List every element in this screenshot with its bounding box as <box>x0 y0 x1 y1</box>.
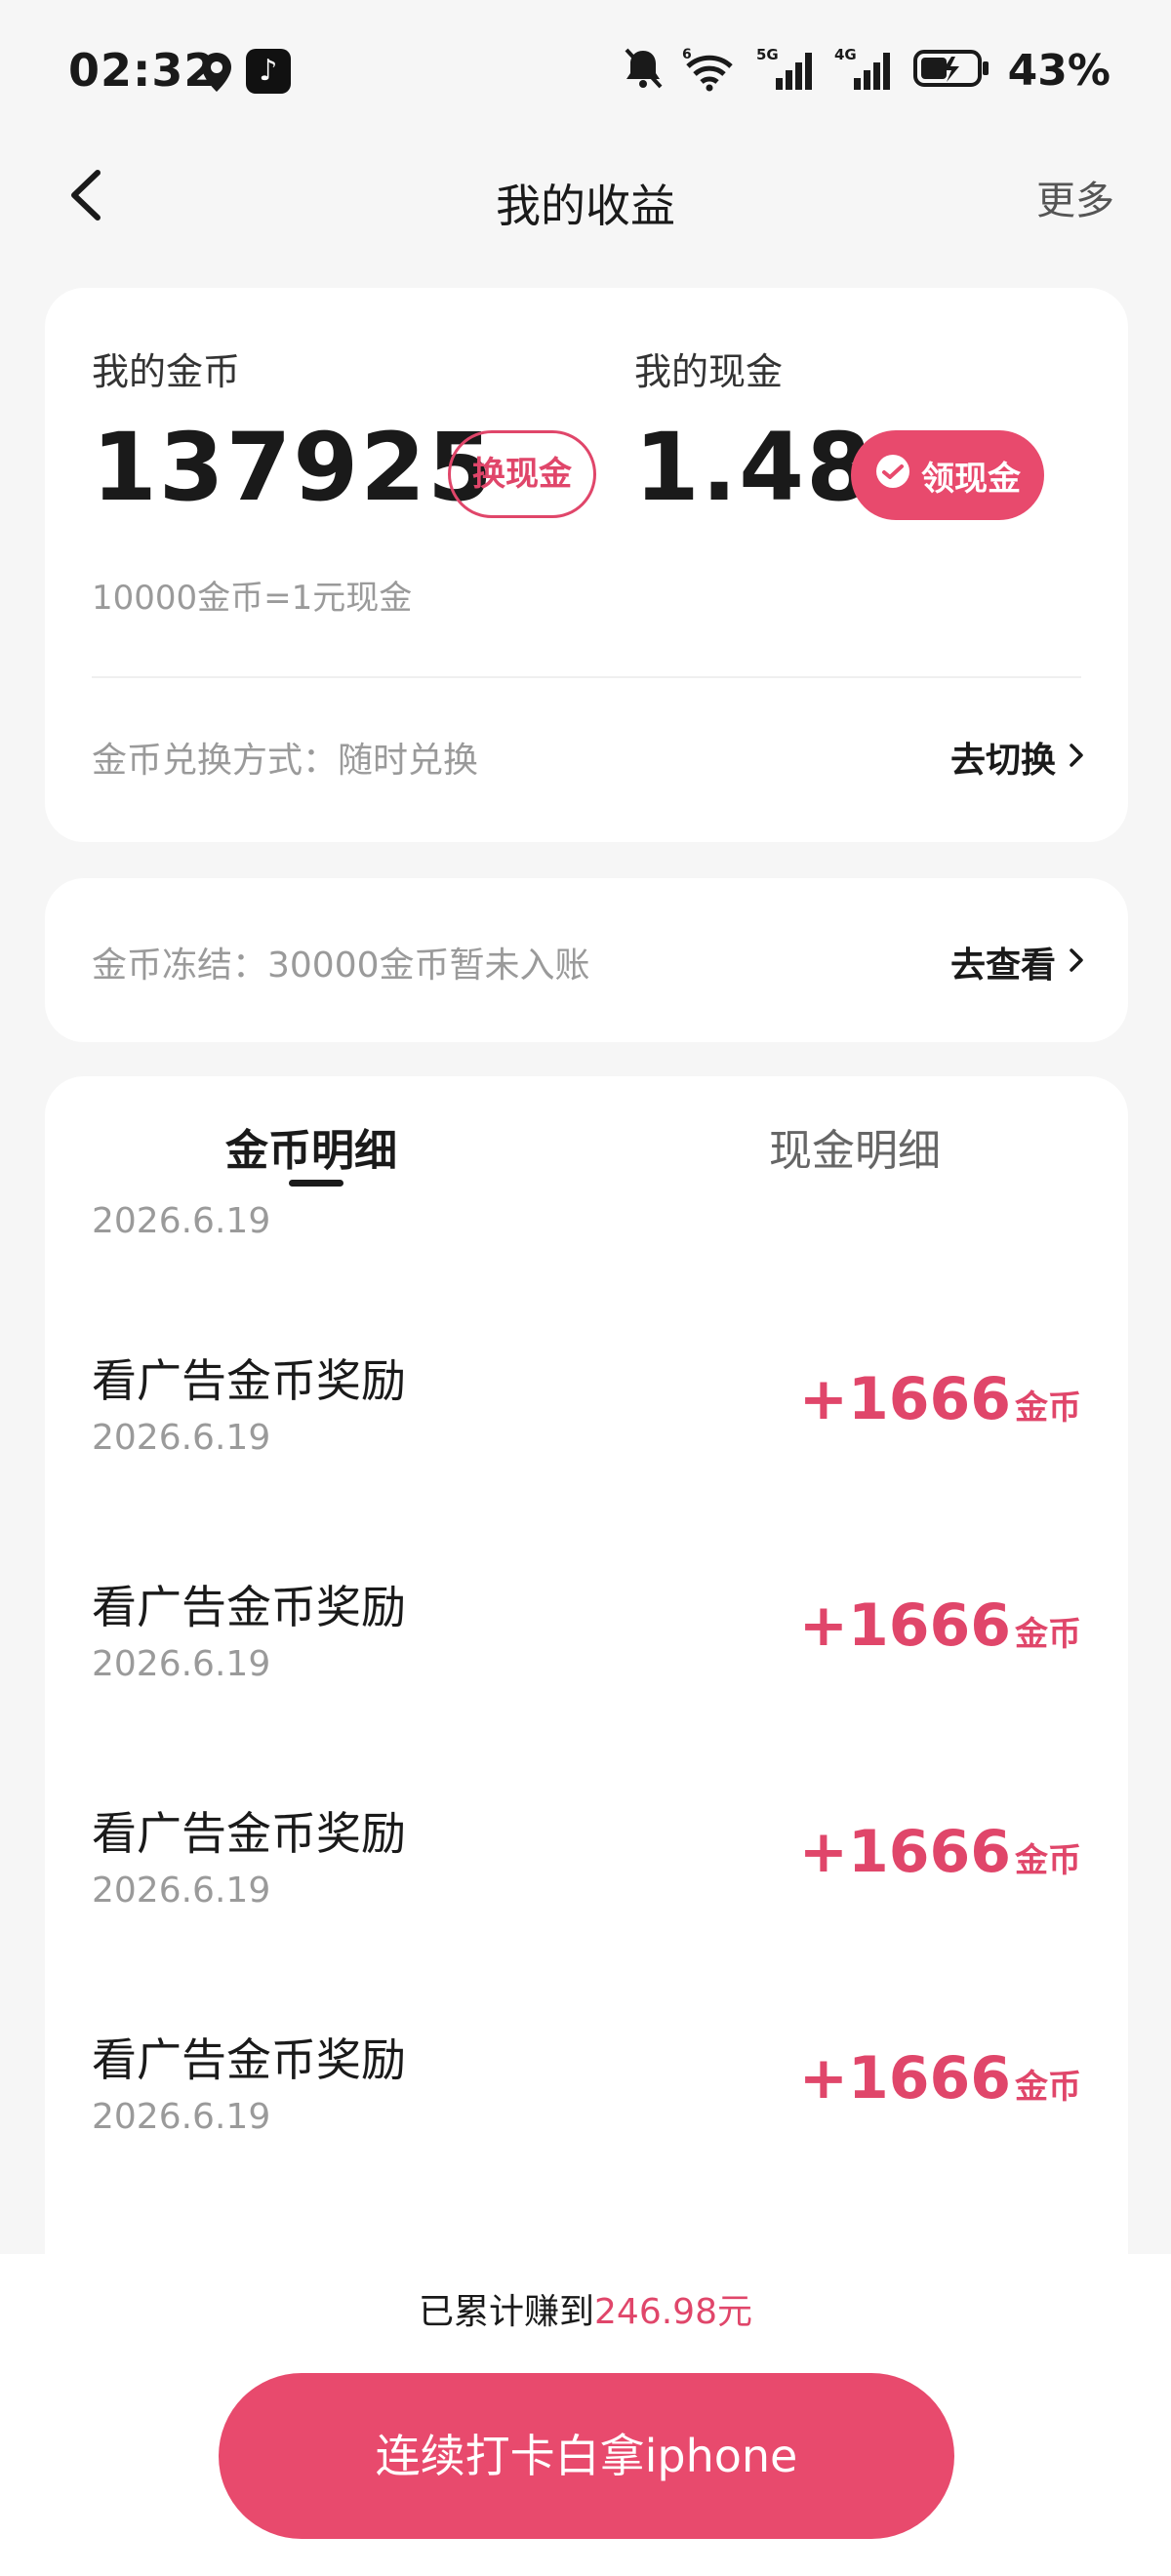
list-item-title: 看广告金币奖励 <box>92 1354 406 1407</box>
view-frozen-label: 去查看 <box>949 946 1056 986</box>
list-item-date: 2026.6.19 <box>92 1418 271 1458</box>
tab-cash-detail[interactable]: 现金明细 <box>769 1115 941 1178</box>
signal-5g-icon: 5G <box>756 45 817 96</box>
chat-bubble-icon <box>874 453 911 499</box>
list-item-date: 2026.6.19 <box>92 1201 271 1241</box>
list-item-date: 2026.6.19 <box>92 2097 271 2137</box>
network-5g-label: 5G <box>756 46 779 63</box>
frozen-coins-text: 金币冻结：30000金币暂未入账 <box>92 946 590 986</box>
list-item: 看广告金币奖励 2026.6.19 +1666 金币 <box>45 2025 1128 2251</box>
list-item: 看广告金币奖励 2026.6.19 +1666 金币 <box>45 1798 1128 2025</box>
coins-label: 我的金币 <box>92 350 241 393</box>
list-item-amount: +1666 金币 <box>798 1365 1081 1433</box>
divider <box>92 676 1081 678</box>
bottom-bar: 已累计赚到246.98元 连续打卡白拿iphone <box>0 2254 1171 2576</box>
active-tab-indicator <box>289 1180 343 1187</box>
cash-value: 1.48 <box>634 413 873 522</box>
coins-value: 137925 <box>92 413 495 522</box>
list-item: 看广告金币奖励 2026.6.19 +1666 金币 <box>45 1346 1128 1572</box>
nav-bar: 我的收益 更多 <box>0 141 1171 259</box>
cash-label: 我的现金 <box>634 350 784 393</box>
status-bar: 02:32 ♪ 6 5G 4G 43% <box>0 0 1171 141</box>
total-earned-label: 已累计赚到 <box>419 2292 595 2332</box>
chevron-right-icon <box>1068 943 1085 983</box>
withdraw-cash-button[interactable]: 领现金 <box>851 430 1044 520</box>
list-item-date: 2026.6.19 <box>92 1871 271 1911</box>
withdraw-cash-label: 领现金 <box>921 459 1021 499</box>
list-item-amount: +1666 金币 <box>798 1818 1081 1886</box>
exchange-cash-button[interactable]: 换现金 <box>448 430 596 518</box>
location-icon <box>199 51 234 94</box>
switch-mode-link[interactable]: 去切换 <box>950 732 1085 783</box>
tab-coin-detail[interactable]: 金币明细 <box>225 1115 397 1178</box>
list-item-amount: +1666 金币 <box>798 2044 1081 2113</box>
detail-card: 金币明细 现金明细 2026.6.19 看广告金币奖励 2026.6.19 +1… <box>45 1076 1128 2345</box>
more-button[interactable]: 更多 <box>1036 169 1114 225</box>
network-4g-label: 4G <box>834 46 857 63</box>
battery-percent: 43% <box>1007 45 1110 96</box>
list-item-title: 看广告金币奖励 <box>92 1581 406 1633</box>
tiktok-icon: ♪ <box>246 49 291 94</box>
switch-mode-label: 去切换 <box>949 741 1056 781</box>
list-item-date: 2026.6.19 <box>92 1644 271 1684</box>
status-icons: 6 5G 4G 43% <box>622 43 1110 98</box>
exchange-rate: 10000金币=1元现金 <box>92 579 413 618</box>
signal-4g-icon: 4G <box>834 45 895 96</box>
chevron-right-icon <box>1068 738 1085 778</box>
total-earned: 已累计赚到246.98元 <box>0 2283 1171 2334</box>
battery-charging-icon <box>912 47 990 94</box>
total-earned-amount: 246.98元 <box>594 2292 752 2332</box>
page-title: 我的收益 <box>496 180 675 232</box>
wifi-badge: 6 <box>682 47 692 62</box>
view-frozen-link[interactable]: 去查看 <box>950 937 1085 987</box>
wifi-icon: 6 <box>682 45 739 96</box>
exchange-mode: 金币兑换方式：随时兑换 <box>92 741 479 781</box>
list-item-amount: +1666 金币 <box>798 1591 1081 1660</box>
frozen-coins-card: 金币冻结：30000金币暂未入账 去查看 <box>45 878 1128 1042</box>
status-time: 02:32 <box>68 44 217 97</box>
balance-card: 我的金币 137925 换现金 我的现金 1.48 领现金 10000金币=1元… <box>45 288 1128 842</box>
list-item: 看广告金币奖励 2026.6.19 +1666 金币 <box>45 1572 1128 1798</box>
list-item-title: 看广告金币奖励 <box>92 2033 406 2086</box>
checkin-button[interactable]: 连续打卡白拿iphone <box>219 2373 954 2539</box>
mute-bell-icon <box>622 46 665 95</box>
list-item-title: 看广告金币奖励 <box>92 1807 406 1860</box>
